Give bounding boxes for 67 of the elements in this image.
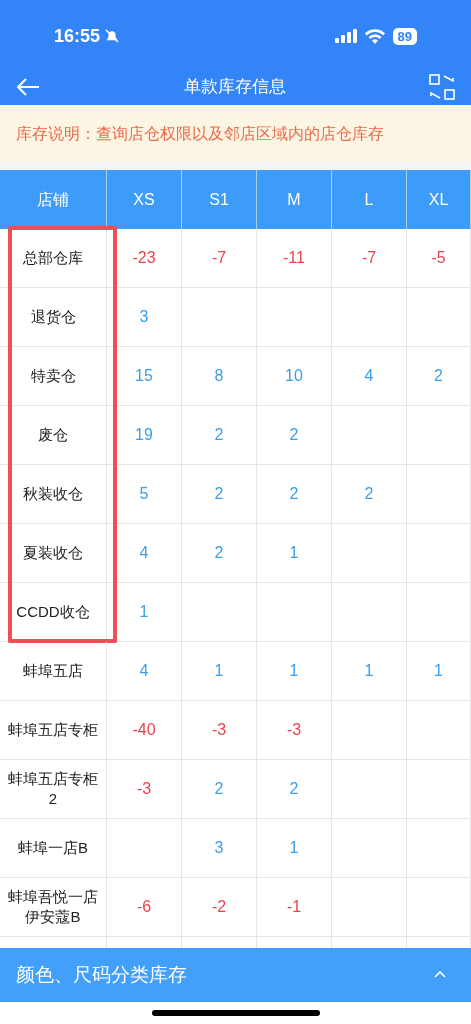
store-cell: 蚌埠五店 [0,642,107,700]
store-cell: 废仓 [0,406,107,464]
page-title: 单款库存信息 [182,75,287,98]
stock-value: 1 [289,543,299,563]
stock-value: -5 [431,248,446,268]
column-header: 店铺 [0,170,107,229]
store-cell: 特卖仓 [0,347,107,405]
column-header: XL [407,170,471,229]
stock-value: -6 [136,897,152,917]
store-cell: 蚌埠一店B [0,819,107,877]
stock-value: 2 [214,543,224,563]
stock-value: 4 [139,543,149,563]
store-cell: 夏装收仓 [0,524,107,582]
stock-value: -2 [211,897,227,917]
store-cell: CCDD收仓 [0,583,107,641]
stock-value: -11 [283,248,305,268]
stock-value: 1 [214,661,224,681]
store-cell: 退货仓 [0,288,107,346]
stock-value: -3 [286,720,302,740]
stock-value: -3 [211,720,227,740]
panel-title: 颜色、尺码分类库存 [16,962,188,987]
stock-value: 2 [289,484,299,504]
stock-value: 10 [285,366,303,386]
stock-value: 19 [135,425,153,445]
stock-value: 1 [289,661,299,681]
column-header: XS [107,170,182,229]
stock-value: 1 [139,602,149,622]
stock-value: -40 [132,720,156,740]
stock-value: -7 [211,248,227,268]
stock-value: 2 [364,484,374,504]
stock-value: 8 [214,366,224,386]
column-header: M [257,170,332,229]
store-cell: 总部仓库 [0,229,107,287]
stock-value: 5 [139,484,149,504]
store-cell: 秋装收仓 [0,465,107,523]
store-cell: 蚌埠五店专柜2 [0,760,107,818]
stock-value: 4 [364,366,374,386]
store-cell: 蚌埠五店专柜 [0,701,107,759]
stock-value: 2 [434,366,443,386]
stock-value: -3 [136,779,152,799]
stock-value: 4 [139,661,149,681]
switch-view-icon[interactable] [429,73,455,100]
column-header: S1 [182,170,257,229]
column-header: L [332,170,407,229]
stock-value: 2 [289,779,299,799]
chevron-icon[interactable] [433,970,447,980]
stock-value: 2 [214,484,224,504]
stock-value: 3 [214,838,224,858]
stock-value: 2 [289,425,299,445]
wifi-icon [364,28,385,44]
stock-value: 2 [214,779,224,799]
back-arrow-icon[interactable] [16,76,40,97]
signal-icon [334,29,357,43]
stock-value: 1 [289,838,299,858]
stock-value: 1 [434,661,443,681]
notice-text: 库存说明：查询店仓权限以及邻店区域内的店仓库存 [16,123,384,144]
battery-indicator: 89 [392,27,417,45]
stock-value: 2 [214,425,224,445]
status-time: 16:55 [54,24,101,48]
store-cell: 蚌埠吾悦一店伊安蔻B [0,878,107,936]
stock-value: -7 [361,248,377,268]
bell-slash-icon [104,28,121,44]
stock-value: 1 [364,661,374,681]
stock-value: 3 [139,307,149,327]
stock-value: -23 [132,248,156,268]
stock-value: 15 [135,366,153,386]
stock-value: -1 [286,897,302,917]
